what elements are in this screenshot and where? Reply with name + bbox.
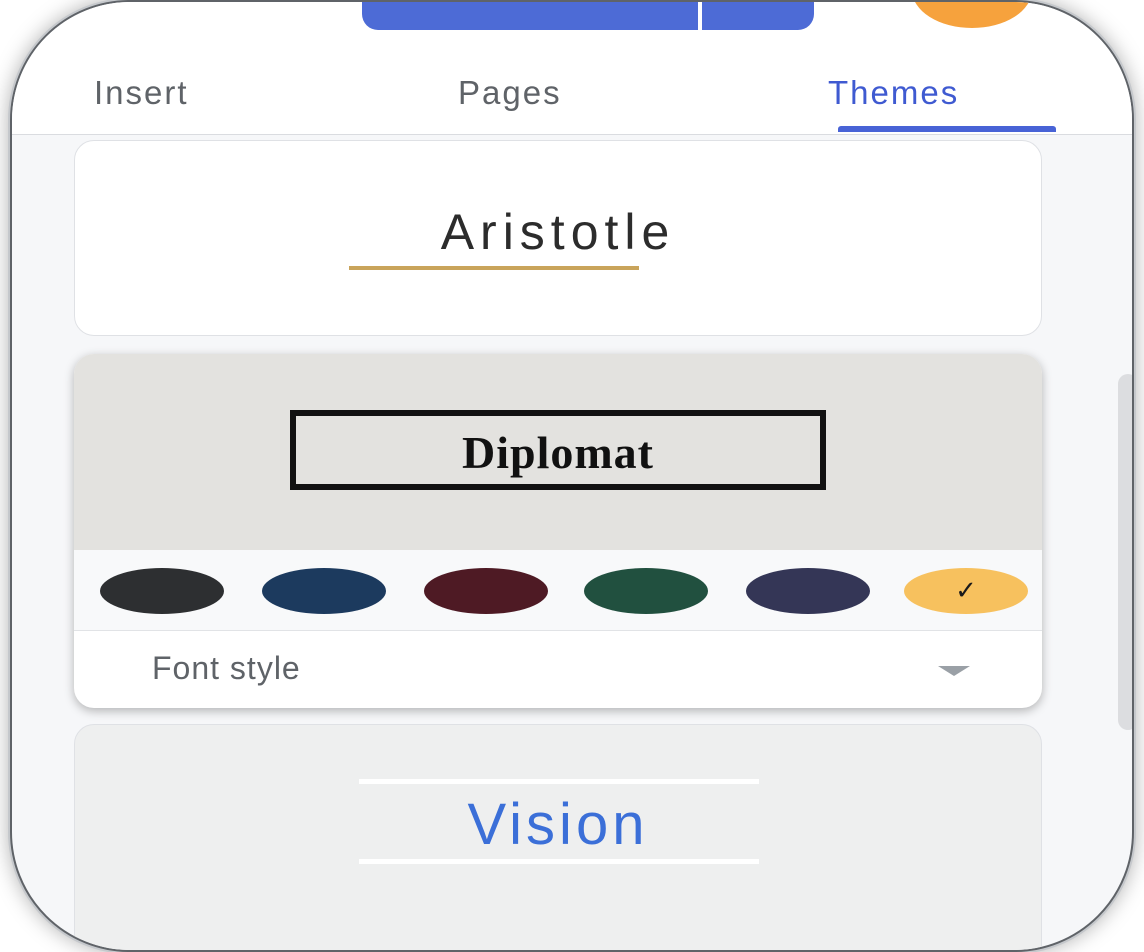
theme-title-vision: Vision [467,792,649,857]
top-toolbar [12,2,1132,55]
theme-title-diplomat: Diplomat [462,427,654,478]
font-style-dropdown[interactable]: Font style [74,630,1042,708]
theme-card-vision[interactable]: Vision [74,724,1042,950]
tab-bar: Insert Pages Themes [12,54,1132,135]
theme-card-aristotle[interactable]: Aristotle [74,140,1042,336]
avatar[interactable] [912,2,1032,28]
tab-pages[interactable]: Pages [458,74,562,112]
color-swatch-maroon[interactable] [424,568,548,614]
scrollbar[interactable] [1118,374,1132,730]
theme-title-aristotle: Aristotle [440,204,676,260]
diplomat-title-frame: Diplomat [290,410,826,490]
color-swatch-indigo[interactable] [746,568,870,614]
tab-themes[interactable]: Themes [828,74,959,112]
dropdown-arrow-icon [938,666,970,676]
vision-top-rule [359,779,759,784]
active-tab-indicator [838,126,1056,132]
aristotle-accent-underline [349,266,639,270]
color-swatch-forest-green[interactable] [584,568,708,614]
color-swatch-amber[interactable]: ✓ [904,568,1028,614]
primary-action-button[interactable] [362,2,698,30]
color-swatch-charcoal[interactable] [100,568,224,614]
color-swatch-navy[interactable] [262,568,386,614]
check-icon: ✓ [955,575,977,605]
font-style-label: Font style [152,650,301,686]
color-swatch-row: ✓ [74,550,1042,631]
vision-bottom-rule [359,859,759,864]
tab-insert[interactable]: Insert [94,74,189,112]
theme-card-diplomat[interactable]: Diplomat ✓ Font style [74,354,1042,708]
diplomat-preview: Diplomat [74,354,1042,550]
app-frame: Insert Pages Themes Aristotle Diplomat ✓… [10,0,1134,952]
primary-action-menu-button[interactable] [702,2,814,30]
